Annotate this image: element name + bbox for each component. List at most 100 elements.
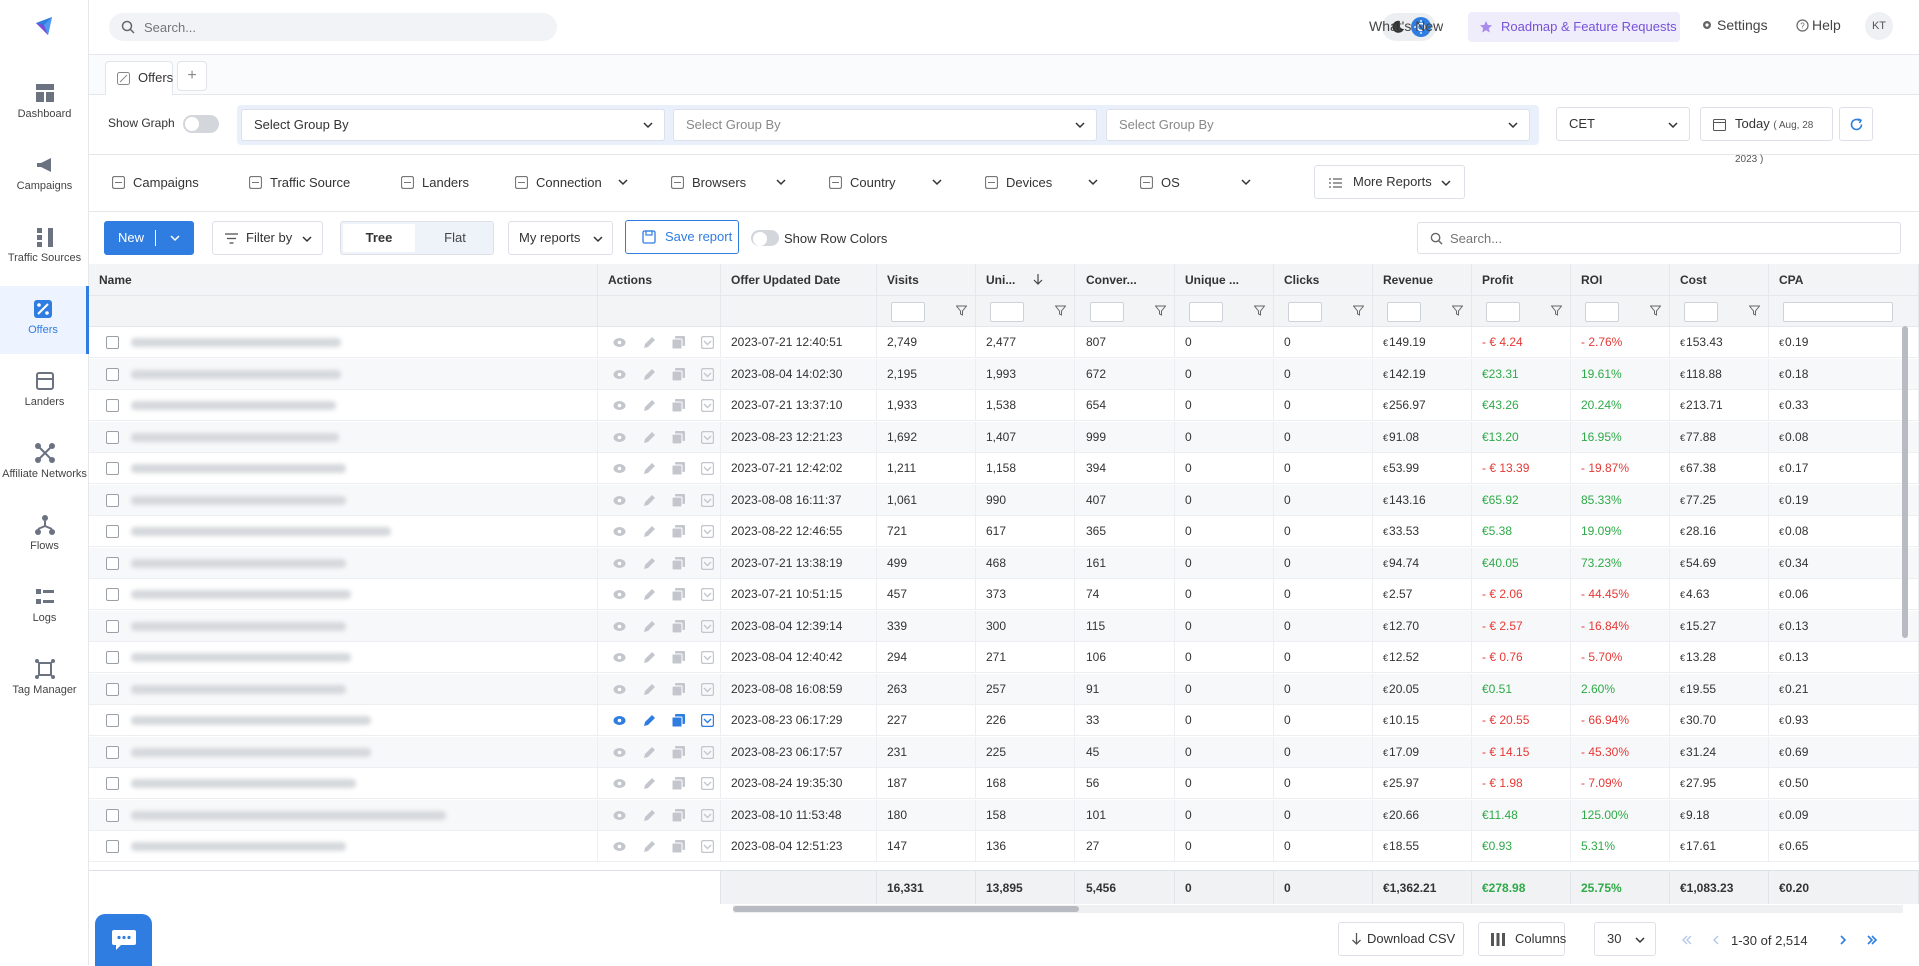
table-row[interactable]: 2023-07-21 10:51:15 457 373 74 0 0 €2.57- € 2.… — [89, 579, 1919, 610]
column-filter-input[interactable] — [1288, 302, 1322, 322]
filter-icon[interactable] — [1055, 305, 1066, 316]
sidebar-item-traffic-sources[interactable]: Traffic Sources — [0, 214, 89, 282]
column-filter-input[interactable] — [1585, 302, 1619, 322]
edit-pencil-icon[interactable] — [643, 462, 656, 475]
view-eye-icon[interactable] — [613, 652, 626, 663]
row-checkbox[interactable] — [106, 462, 119, 475]
archive-icon[interactable] — [701, 525, 714, 538]
view-eye-icon[interactable] — [613, 621, 626, 632]
edit-pencil-icon[interactable] — [643, 840, 656, 853]
sidebar-item-logs[interactable]: Logs — [0, 574, 89, 642]
archive-icon[interactable] — [701, 588, 714, 601]
row-checkbox[interactable] — [106, 840, 119, 853]
whats-new-link[interactable]: What's New — [1369, 18, 1443, 34]
archive-icon[interactable] — [701, 430, 714, 444]
table-row[interactable]: 2023-08-04 12:51:23 147 136 27 0 0 €18.55 €0.93… — [89, 831, 1919, 862]
columns-button[interactable]: Columns — [1478, 922, 1566, 956]
view-eye-icon[interactable] — [613, 432, 626, 443]
table-row[interactable]: 2023-08-23 06:17:29 227 226 33 0 0 €10.15- € 2… — [89, 705, 1919, 736]
clone-icon[interactable] — [672, 682, 685, 696]
report-os[interactable]: OS — [1140, 175, 1180, 190]
view-eye-icon[interactable] — [613, 747, 626, 758]
global-search-input[interactable] — [144, 13, 544, 41]
download-csv-button[interactable]: Download CSV — [1338, 922, 1464, 956]
view-eye-icon[interactable] — [613, 810, 626, 821]
view-eye-icon[interactable] — [613, 526, 626, 537]
filter-icon[interactable] — [1650, 305, 1661, 316]
view-eye-icon[interactable] — [613, 400, 626, 411]
clone-icon[interactable] — [672, 462, 685, 475]
my-reports-button[interactable]: My reports — [508, 221, 613, 255]
column-header[interactable]: Visits — [877, 264, 976, 296]
edit-pencil-icon[interactable] — [643, 809, 656, 822]
archive-icon[interactable] — [701, 493, 714, 507]
edit-pencil-icon[interactable] — [643, 620, 656, 633]
edit-pencil-icon[interactable] — [643, 336, 656, 349]
edit-pencil-icon[interactable] — [643, 714, 656, 727]
row-checkbox[interactable] — [106, 588, 119, 601]
date-range-picker[interactable]: Today ( Aug, 28 2023 ) — [1700, 107, 1833, 165]
tab-offers[interactable]: Offers — [105, 61, 173, 95]
column-header[interactable]: Clicks — [1274, 264, 1373, 296]
row-colors-toggle[interactable] — [751, 230, 779, 246]
chevron-down-icon[interactable] — [1087, 176, 1099, 188]
chat-widget-button[interactable] — [95, 914, 152, 966]
table-row[interactable]: 2023-07-21 13:38:19 499 468 161 0 0 €94.74 €40.… — [89, 547, 1919, 579]
report-campaigns[interactable]: Campaigns — [112, 175, 199, 190]
archive-icon[interactable] — [701, 619, 714, 633]
row-checkbox[interactable] — [106, 651, 119, 664]
sidebar-item-affiliate-networks[interactable]: Affiliate Networks — [0, 430, 89, 498]
column-header[interactable]: Name — [89, 264, 598, 296]
clone-icon[interactable] — [672, 493, 685, 507]
new-button[interactable]: New — [104, 221, 194, 255]
prev-page-icon[interactable] — [1709, 933, 1723, 947]
flat-view-button[interactable]: Flat — [419, 224, 491, 252]
edit-pencil-icon[interactable] — [643, 588, 656, 601]
show-graph-toggle[interactable] — [183, 115, 219, 133]
filter-icon[interactable] — [1749, 305, 1760, 316]
table-row[interactable]: 2023-08-22 12:46:55 721 617 365 0 0 €33.53 €5.3… — [89, 516, 1919, 547]
archive-icon[interactable] — [701, 714, 714, 727]
archive-icon[interactable] — [701, 462, 714, 475]
view-eye-icon[interactable] — [613, 558, 626, 569]
sidebar-item-campaigns[interactable]: Campaigns — [0, 142, 89, 210]
roadmap-button[interactable]: Roadmap & Feature Requests — [1468, 12, 1680, 42]
edit-pencil-icon[interactable] — [643, 368, 656, 381]
clone-icon[interactable] — [672, 399, 685, 412]
clone-icon[interactable] — [672, 525, 685, 538]
clone-icon[interactable] — [672, 556, 685, 570]
view-eye-icon[interactable] — [613, 841, 626, 852]
clone-icon[interactable] — [672, 367, 685, 381]
sidebar-item-landers[interactable]: Landers — [0, 358, 89, 426]
view-eye-icon[interactable] — [613, 715, 626, 726]
table-row[interactable]: 2023-08-04 14:02:30 2,195 1,993 672 0 0 €142.1… — [89, 358, 1919, 390]
table-row[interactable]: 2023-08-24 19:35:30 187 168 56 0 0 €25.97- € 1… — [89, 768, 1919, 799]
column-filter-input[interactable] — [1090, 302, 1124, 322]
edit-pencil-icon[interactable] — [643, 777, 656, 790]
report-traffic-source[interactable]: Traffic Source — [249, 175, 350, 190]
view-eye-icon[interactable] — [613, 495, 626, 506]
first-page-icon[interactable] — [1680, 933, 1694, 947]
row-checkbox[interactable] — [106, 777, 119, 790]
view-eye-icon[interactable] — [613, 589, 626, 600]
column-header[interactable]: Actions — [598, 264, 721, 296]
row-checkbox[interactable] — [106, 714, 119, 727]
page-size-select[interactable]: 30 — [1594, 922, 1656, 956]
clone-icon[interactable] — [672, 745, 685, 759]
grid-search[interactable] — [1417, 222, 1901, 254]
edit-pencil-icon[interactable] — [643, 525, 656, 538]
table-row[interactable]: 2023-07-21 12:42:02 1,211 1,158 394 0 0 €53.99… — [89, 453, 1919, 484]
view-eye-icon[interactable] — [613, 369, 626, 380]
column-filter-input[interactable] — [891, 302, 925, 322]
clone-icon[interactable] — [672, 808, 685, 822]
column-filter-input[interactable] — [1783, 302, 1893, 322]
clone-icon[interactable] — [672, 777, 685, 790]
chevron-down-icon[interactable] — [617, 176, 629, 188]
view-eye-icon[interactable] — [613, 463, 626, 474]
edit-pencil-icon[interactable] — [643, 557, 656, 570]
clone-icon[interactable] — [672, 651, 685, 664]
chevron-down-icon[interactable] — [775, 176, 787, 188]
archive-icon[interactable] — [701, 556, 714, 570]
report-connection[interactable]: Connection — [515, 175, 602, 190]
chevron-down-icon[interactable] — [169, 232, 181, 244]
